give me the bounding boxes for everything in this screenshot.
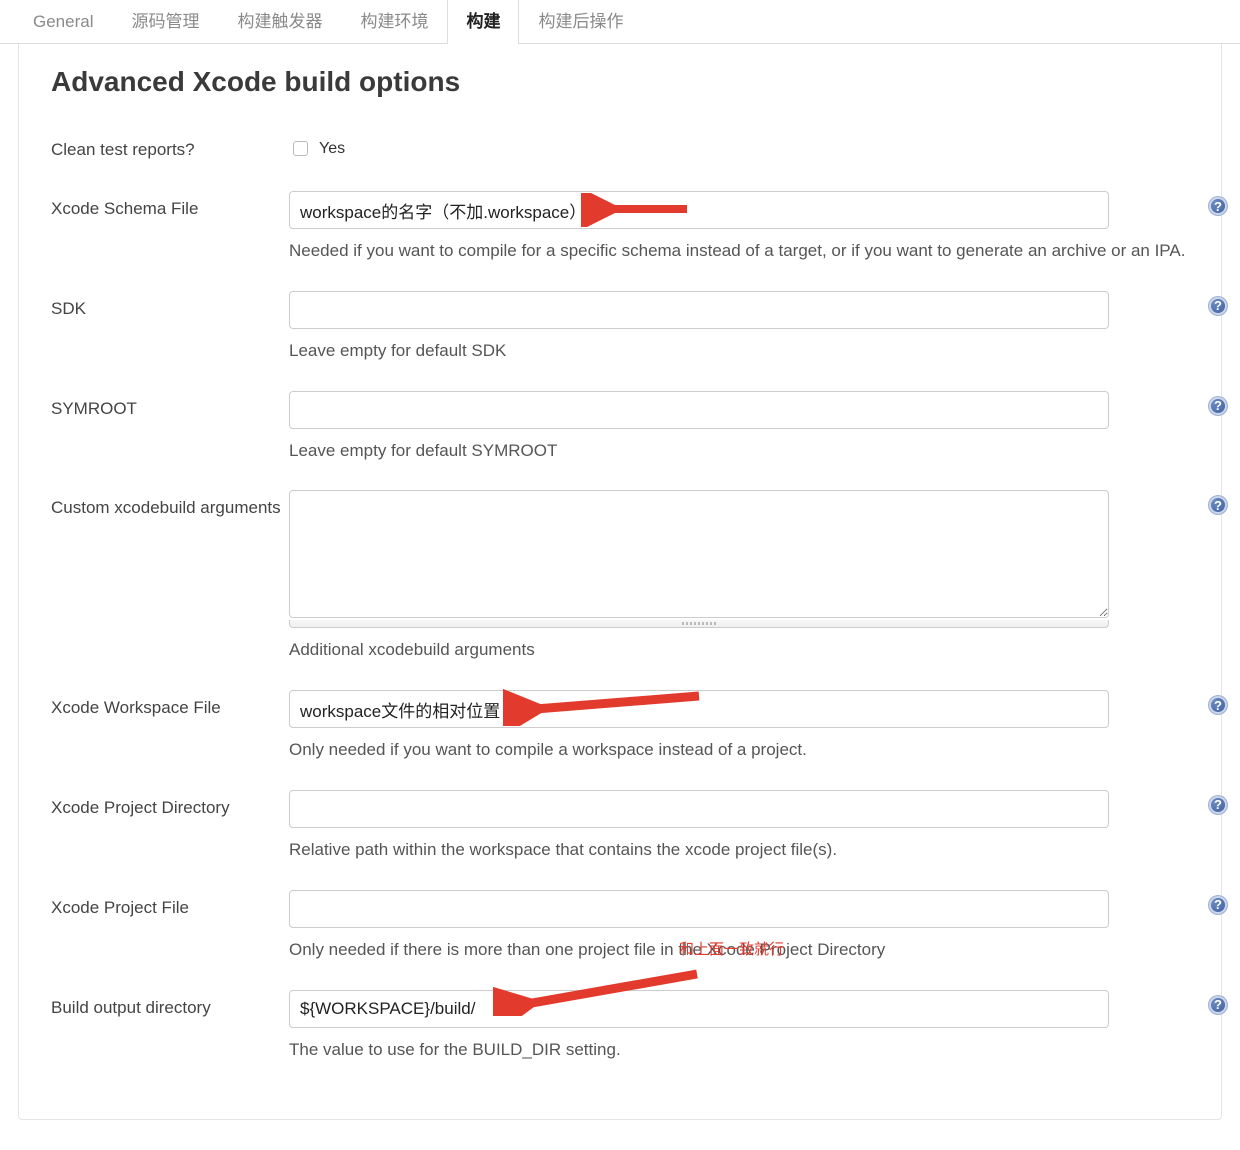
tab-general[interactable]: General xyxy=(14,1,112,44)
help-icon[interactable]: ? xyxy=(1209,297,1227,315)
tab-build-env[interactable]: 构建环境 xyxy=(341,0,447,44)
hint-project-dir: Relative path within the workspace that … xyxy=(289,838,1193,862)
advanced-xcode-section: Advanced Xcode build options Clean test … xyxy=(18,44,1222,1120)
tab-build[interactable]: 构建 xyxy=(447,0,519,44)
help-icon[interactable]: ? xyxy=(1209,197,1227,215)
section-title: Advanced Xcode build options xyxy=(51,66,1193,98)
label-project-dir: Xcode Project Directory xyxy=(51,790,289,818)
label-project-file: Xcode Project File xyxy=(51,890,289,918)
input-schema-file[interactable] xyxy=(289,191,1109,229)
label-workspace-file: Xcode Workspace File xyxy=(51,690,289,718)
label-build-output-dir: Build output directory xyxy=(51,990,289,1018)
label-schema-file: Xcode Schema File xyxy=(51,191,289,219)
textarea-resize-handle[interactable] xyxy=(289,620,1109,628)
input-symroot[interactable] xyxy=(289,391,1109,429)
label-custom-args: Custom xcodebuild arguments xyxy=(51,490,289,518)
label-sdk: SDK xyxy=(51,291,289,319)
input-sdk[interactable] xyxy=(289,291,1109,329)
input-build-output-dir[interactable] xyxy=(289,990,1109,1028)
hint-custom-args: Additional xcodebuild arguments xyxy=(289,638,1193,662)
input-project-dir[interactable] xyxy=(289,790,1109,828)
hint-sdk: Leave empty for default SDK xyxy=(289,339,1193,363)
checkbox-clean-test-reports-text: Yes xyxy=(319,140,345,158)
help-icon[interactable]: ? xyxy=(1209,496,1227,514)
label-symroot: SYMROOT xyxy=(51,391,289,419)
textarea-custom-args[interactable] xyxy=(289,490,1109,618)
help-icon[interactable]: ? xyxy=(1209,896,1227,914)
input-workspace-file[interactable] xyxy=(289,690,1109,728)
hint-project-file: Only needed if there is more than one pr… xyxy=(289,938,1193,962)
help-icon[interactable]: ? xyxy=(1209,796,1227,814)
hint-symroot: Leave empty for default SYMROOT xyxy=(289,439,1193,463)
label-clean-test-reports: Clean test reports? xyxy=(51,132,289,160)
tab-post-build[interactable]: 构建后操作 xyxy=(519,0,642,44)
hint-workspace-file: Only needed if you want to compile a wor… xyxy=(289,738,1193,762)
help-icon[interactable]: ? xyxy=(1209,397,1227,415)
config-tabbar: General 源码管理 构建触发器 构建环境 构建 构建后操作 xyxy=(0,0,1240,44)
tab-source-control[interactable]: 源码管理 xyxy=(112,0,218,44)
help-icon[interactable]: ? xyxy=(1209,996,1227,1014)
input-project-file[interactable] xyxy=(289,890,1109,928)
hint-build-output-dir: The value to use for the BUILD_DIR setti… xyxy=(289,1038,1193,1062)
tab-build-triggers[interactable]: 构建触发器 xyxy=(218,0,341,44)
hint-schema-file: Needed if you want to compile for a spec… xyxy=(289,239,1193,263)
checkbox-clean-test-reports[interactable] xyxy=(293,141,308,156)
help-icon[interactable]: ? xyxy=(1209,696,1227,714)
